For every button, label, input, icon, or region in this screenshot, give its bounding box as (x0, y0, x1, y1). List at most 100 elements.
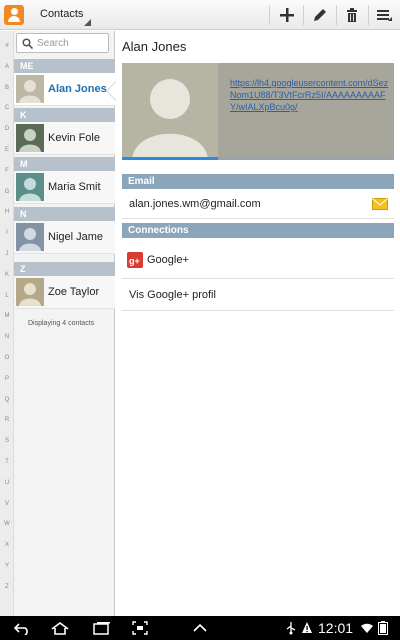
default-avatar-icon (132, 79, 208, 160)
contact-name: Zoe Taylor (48, 286, 100, 298)
list-section-header: N (14, 207, 115, 221)
index-letter[interactable]: R (0, 417, 14, 423)
index-letter[interactable]: A (0, 64, 14, 70)
delete-button[interactable] (336, 0, 368, 30)
contacts-app-icon[interactable] (4, 5, 24, 25)
edit-button[interactable] (304, 0, 336, 30)
menu-button[interactable] (368, 0, 400, 30)
index-letter[interactable]: S (0, 438, 14, 444)
search-input[interactable]: Search (16, 33, 109, 53)
connection-row-google-plus-profile[interactable]: Vis Google+ profil (122, 280, 394, 311)
index-letter[interactable]: D (0, 126, 14, 132)
list-section-header: ME (14, 59, 115, 73)
contact-row-alan-jones[interactable]: Alan Jones (14, 73, 115, 106)
menu-icon (377, 10, 392, 21)
connection-label: Vis Google+ profil (129, 289, 216, 301)
connection-label: Google+ (147, 254, 189, 266)
index-letter[interactable]: W (0, 521, 14, 527)
delete-icon (347, 8, 357, 22)
connections-section-header: Connections (122, 223, 394, 238)
screenshot-button[interactable] (128, 616, 152, 640)
usb-status (284, 616, 298, 640)
index-letter[interactable]: V (0, 501, 14, 507)
contact-name: Alan Jones (48, 83, 107, 95)
contact-row-maria-smit[interactable]: Maria Smit (14, 171, 115, 204)
contact-row-zoe-taylor[interactable]: Zoe Taylor (14, 276, 115, 309)
index-letter[interactable]: C (0, 105, 14, 111)
index-letter[interactable]: U (0, 480, 14, 486)
avatar (16, 173, 44, 201)
back-button[interactable] (10, 616, 34, 640)
index-letter[interactable]: H (0, 209, 14, 215)
email-address: alan.jones.wm@gmail.com (129, 198, 261, 210)
email-section-header: Email (122, 174, 394, 189)
battery-status (376, 616, 390, 640)
contact-name: Kevin Fole (48, 132, 100, 144)
send-email-icon[interactable] (372, 198, 388, 210)
index-letter[interactable]: J (0, 251, 14, 257)
connection-row-google-plus[interactable]: g+ Google+ (122, 244, 394, 279)
wifi-icon (361, 623, 373, 633)
wifi-status (360, 616, 374, 640)
index-letter[interactable]: L (0, 293, 14, 299)
chevron-up-icon (193, 623, 207, 632)
contact-row-kevin-fole[interactable]: Kevin Fole (14, 122, 115, 155)
photo-url-link[interactable]: https://lh4.googleusercontent.com/dSezNo… (230, 77, 390, 113)
index-letter[interactable]: # (0, 43, 14, 49)
index-letter[interactable]: K (0, 272, 14, 278)
index-letter[interactable]: M (0, 313, 14, 319)
index-letter[interactable]: E (0, 147, 14, 153)
avatar (16, 124, 44, 152)
index-letter[interactable]: B (0, 85, 14, 91)
avatar (16, 223, 44, 251)
contact-row-nigel-jame[interactable]: Nigel Jame (14, 221, 115, 254)
index-letter[interactable]: G (0, 189, 14, 195)
list-section-header: K (14, 108, 115, 122)
google-plus-icon: g+ (127, 252, 143, 268)
recent-apps-icon (93, 622, 110, 635)
index-letter[interactable]: O (0, 355, 14, 361)
alphabet-index[interactable]: # A B C D E F G H I J K L M N O P Q R S T U V W X Y Z (0, 31, 14, 616)
list-section-header: Z (14, 262, 115, 276)
action-bar-divider (269, 5, 270, 25)
contact-count: Displaying 4 contacts (28, 320, 95, 327)
svg-text:g+: g+ (129, 256, 140, 266)
dropdown-caret-icon (84, 19, 91, 26)
index-letter[interactable]: T (0, 459, 14, 465)
contact-name: Maria Smit (48, 181, 101, 193)
avatar (16, 75, 44, 103)
list-section-header: M (14, 157, 115, 171)
index-letter[interactable]: Z (0, 584, 14, 590)
contact-detail-name: Alan Jones (122, 39, 187, 54)
email-row[interactable]: alan.jones.wm@gmail.com (122, 190, 394, 219)
index-letter[interactable]: F (0, 168, 14, 174)
index-letter[interactable]: X (0, 542, 14, 548)
selection-indicator (107, 82, 116, 100)
index-letter[interactable]: Y (0, 563, 14, 569)
index-letter[interactable]: Q (0, 397, 14, 403)
app-title[interactable]: Contacts (40, 8, 83, 20)
system-bar: 12:01 (0, 616, 400, 640)
contact-photo-banner: https://lh4.googleusercontent.com/dSezNo… (122, 63, 394, 160)
contact-list-panel: Search ME Alan Jones K Kevin Fole M Mari… (14, 31, 115, 616)
recent-apps-button[interactable] (90, 616, 114, 640)
edit-icon (314, 9, 326, 21)
search-placeholder: Search (37, 38, 69, 49)
contact-detail-panel: Alan Jones https://lh4.googleusercontent… (116, 31, 400, 616)
search-icon (22, 38, 33, 49)
index-letter[interactable]: P (0, 376, 14, 382)
add-icon (280, 8, 294, 22)
notification-status (300, 616, 314, 640)
add-contact-button[interactable] (271, 0, 303, 30)
action-bar: Contacts (0, 0, 400, 30)
contact-photo[interactable] (122, 63, 218, 160)
photo-indicator (219, 157, 394, 160)
usb-icon (286, 622, 296, 635)
expand-button[interactable] (188, 616, 212, 640)
battery-icon (378, 621, 388, 635)
index-letter[interactable]: N (0, 334, 14, 340)
photo-indicator-active (122, 157, 218, 160)
home-button[interactable] (48, 616, 72, 640)
screenshot-icon (132, 621, 148, 635)
index-letter[interactable]: I (0, 230, 14, 236)
